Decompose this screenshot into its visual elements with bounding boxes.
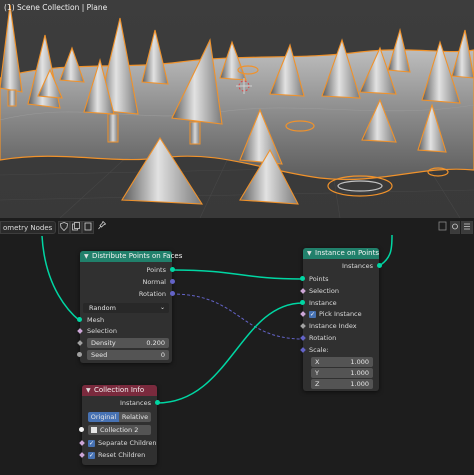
collection-picker[interactable]: Collection 2 bbox=[88, 425, 151, 435]
collection-icon bbox=[91, 427, 97, 433]
checkbox-checked-icon[interactable]: ✓ bbox=[88, 451, 95, 459]
node-instance-header[interactable]: ▼ Instance on Points bbox=[303, 248, 379, 259]
reset-children-label: Reset Children bbox=[98, 451, 146, 459]
socket-instances-out[interactable] bbox=[377, 263, 382, 268]
distribute-mode-dropdown[interactable]: Random ⌄ bbox=[83, 303, 169, 313]
separate-children-toggle[interactable]: ✓ Separate Children bbox=[88, 438, 157, 448]
scale-z-label: Z bbox=[315, 380, 320, 388]
link-points-to-points bbox=[171, 269, 304, 280]
chevron-down-icon: ⌄ bbox=[159, 304, 165, 311]
separate-children-label: Separate Children bbox=[98, 439, 157, 447]
scale-z-value: 1.000 bbox=[350, 380, 369, 388]
checkbox-checked-icon[interactable]: ✓ bbox=[309, 310, 316, 318]
scale-x-value: 1.000 bbox=[350, 358, 369, 366]
socket-rotation-out[interactable] bbox=[170, 291, 175, 296]
reset-children-toggle[interactable]: ✓ Reset Children bbox=[88, 450, 145, 460]
3d-viewport[interactable]: (1) Scene Collection | Plane bbox=[0, 0, 474, 218]
density-field[interactable]: Density 0.200 bbox=[87, 338, 169, 348]
chevron-down-icon[interactable]: ▼ bbox=[84, 251, 89, 262]
pick-instance-label: Pick Instance bbox=[319, 310, 362, 318]
output-rotation: Rotation bbox=[138, 290, 166, 298]
scale-z-field[interactable]: Z 1.000 bbox=[311, 379, 373, 389]
seed-label: Seed bbox=[91, 351, 108, 359]
seed-field[interactable]: Seed 0 bbox=[87, 350, 169, 360]
input-instance-index: Instance Index bbox=[309, 322, 357, 330]
link-collection-to-instance bbox=[156, 302, 304, 404]
socket-instances-out[interactable] bbox=[155, 400, 160, 405]
tab-relative[interactable]: Relative bbox=[119, 412, 151, 422]
scale-y-field[interactable]: Y 1.000 bbox=[311, 368, 373, 378]
scale-x-field[interactable]: X 1.000 bbox=[311, 357, 373, 367]
input-instance: Instance bbox=[309, 299, 337, 307]
tab-original[interactable]: Original bbox=[88, 412, 119, 422]
link-instances-to-output bbox=[378, 234, 393, 267]
socket-mesh-in[interactable] bbox=[77, 317, 82, 322]
node-distribute-header[interactable]: ▼ Distribute Points on Faces bbox=[80, 251, 182, 262]
distribute-mode-value: Random bbox=[89, 304, 116, 312]
input-scale: Scale: bbox=[309, 346, 329, 354]
node-collection-header[interactable]: ▼ Collection Info bbox=[82, 385, 157, 396]
density-label: Density bbox=[91, 339, 116, 347]
collection-name: Collection 2 bbox=[100, 426, 139, 434]
link-group-input-to-mesh bbox=[41, 235, 81, 322]
chevron-down-icon[interactable]: ▼ bbox=[307, 248, 312, 259]
node-instance-on-points[interactable]: ▼ Instance on Points Instances Points Se… bbox=[300, 248, 382, 391]
socket-normal-out[interactable] bbox=[170, 279, 175, 284]
output-instances: Instances bbox=[341, 262, 373, 270]
checkbox-checked-icon[interactable]: ✓ bbox=[88, 439, 95, 447]
viewport-scene[interactable] bbox=[0, 0, 474, 218]
seed-value: 0 bbox=[160, 351, 165, 359]
link-rotation-to-rotation bbox=[171, 293, 304, 340]
density-value: 0.200 bbox=[146, 339, 165, 347]
node-collection-title: Collection Info bbox=[94, 386, 145, 394]
input-selection: Selection bbox=[309, 287, 339, 295]
scale-x-label: X bbox=[315, 358, 320, 366]
chevron-down-icon[interactable]: ▼ bbox=[86, 385, 91, 396]
node-links bbox=[41, 234, 393, 404]
input-mesh: Mesh bbox=[87, 316, 105, 324]
input-rotation: Rotation bbox=[309, 334, 337, 342]
output-instances: Instances bbox=[119, 399, 151, 407]
scale-y-value: 1.000 bbox=[350, 369, 369, 377]
socket-collection-in[interactable] bbox=[79, 427, 84, 432]
socket-points-in[interactable] bbox=[300, 276, 305, 281]
input-points: Points bbox=[309, 275, 329, 283]
output-points: Points bbox=[146, 266, 166, 274]
socket-instance-in[interactable] bbox=[300, 300, 305, 305]
output-normal: Normal bbox=[142, 278, 166, 286]
input-selection: Selection bbox=[87, 327, 117, 335]
node-editor[interactable]: ometry Nodes ▼ Distribute Points on Face… bbox=[0, 218, 474, 475]
pick-instance-toggle[interactable]: ✓ Pick Instance bbox=[309, 309, 362, 319]
node-distribute-points[interactable]: ▼ Distribute Points on Faces Points Norm… bbox=[77, 251, 182, 363]
node-distribute-title: Distribute Points on Faces bbox=[92, 252, 183, 260]
node-collection-info[interactable]: ▼ Collection Info Instances Original Rel… bbox=[79, 385, 160, 465]
node-instance-title: Instance on Points bbox=[315, 249, 379, 257]
scale-y-label: Y bbox=[315, 369, 319, 377]
socket-points-out[interactable] bbox=[170, 267, 175, 272]
viewport-title: (1) Scene Collection | Plane bbox=[4, 3, 108, 12]
socket-seed-in[interactable] bbox=[77, 352, 82, 357]
